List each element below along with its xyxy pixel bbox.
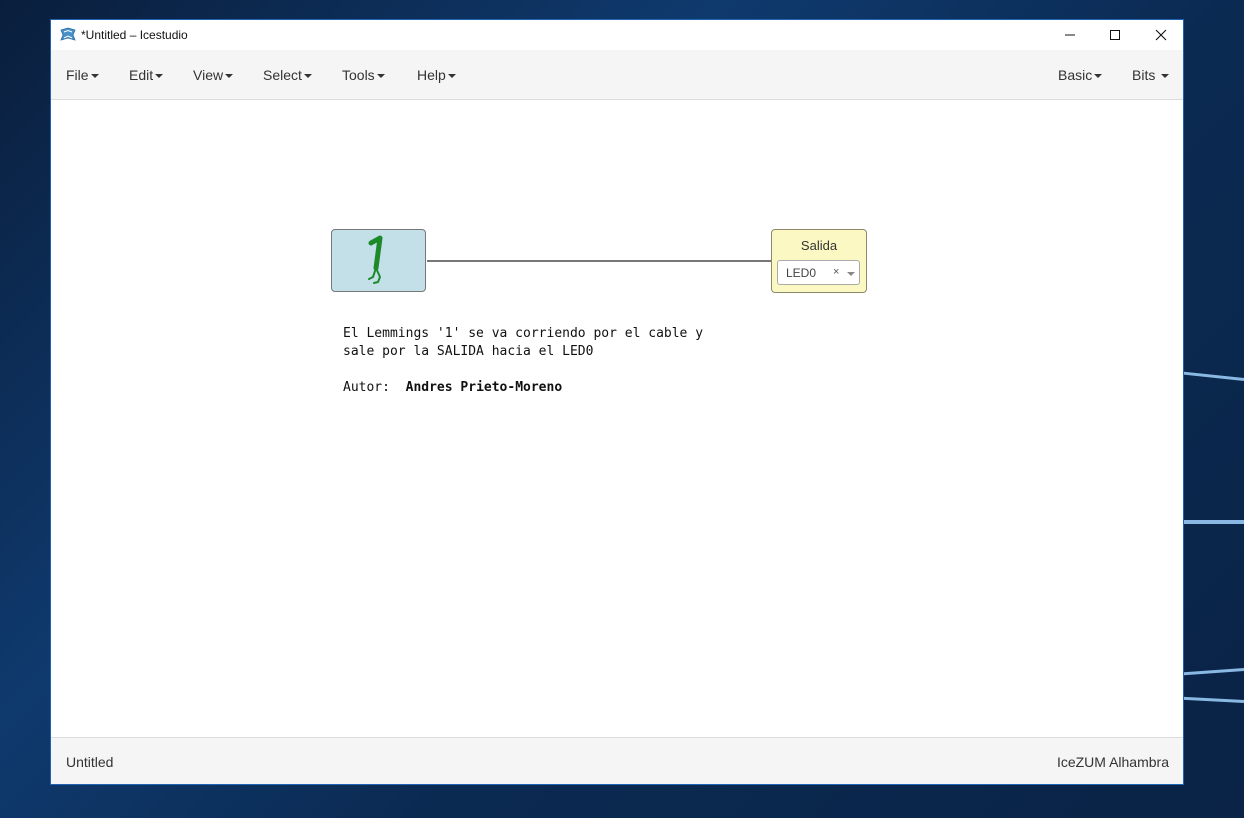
icestudio-logo-icon (60, 27, 76, 41)
menu-bits-label: Bits (1132, 67, 1156, 83)
menu-file[interactable]: File (66, 67, 99, 83)
chevron-down-icon[interactable] (847, 272, 855, 276)
menu-tools-label: Tools (342, 67, 375, 83)
lemming-one-icon (368, 235, 383, 284)
desktop-light-streak (1182, 668, 1244, 676)
project-name: Untitled (66, 754, 114, 770)
desktop-light-streak (1174, 370, 1244, 381)
note-blank-line (343, 361, 703, 379)
menu-edit[interactable]: Edit (129, 67, 164, 83)
note-author-label: Autor: (343, 380, 390, 395)
title-bar[interactable]: *Untitled – Icestudio (51, 20, 1183, 50)
caret-down-icon (155, 74, 164, 78)
desktop-light-streak (1182, 696, 1244, 703)
caret-down-icon (225, 74, 234, 78)
close-button[interactable] (1138, 20, 1184, 50)
minimize-button[interactable] (1047, 20, 1093, 50)
menu-help-label: Help (417, 67, 446, 83)
app-window: *Untitled – Icestudio File Edit View Sel… (50, 19, 1184, 785)
menu-view-label: View (193, 67, 224, 83)
menu-file-label: File (66, 67, 89, 83)
wire[interactable] (427, 260, 772, 262)
menu-select-label: Select (263, 67, 302, 83)
output-block-label: Salida (800, 238, 838, 253)
info-note[interactable]: El Lemmings '1' se va corriendo por el c… (343, 325, 703, 397)
caret-down-icon (303, 74, 312, 78)
close-icon (1155, 29, 1167, 41)
menu-bar: File Edit View Select Tools Help Basic B… (51, 50, 1183, 100)
note-author-line: Autor: Andres Prieto-Moreno (343, 379, 703, 397)
caret-down-icon (447, 74, 456, 78)
menu-bits[interactable]: Bits (1132, 67, 1170, 83)
maximize-button[interactable] (1092, 20, 1138, 50)
output-block[interactable]: Salida LED0 × (771, 229, 867, 293)
menu-edit-label: Edit (129, 67, 154, 83)
constant-block[interactable] (331, 229, 426, 292)
caret-down-icon (90, 74, 99, 78)
note-line-1: El Lemmings '1' se va corriendo por el c… (343, 326, 704, 341)
design-canvas[interactable]: Salida LED0 × El Lemmings '1' se va corr… (51, 100, 1183, 737)
note-line-2: sale por la SALIDA hacia el LED0 (343, 344, 594, 359)
menu-select[interactable]: Select (263, 67, 312, 83)
desktop-light-streak (1184, 520, 1244, 524)
menu-basic-label: Basic (1058, 67, 1093, 83)
note-author-name: Andres Prieto-Moreno (405, 380, 563, 395)
caret-down-icon (376, 74, 385, 78)
menu-help[interactable]: Help (417, 67, 456, 83)
minimize-icon (1065, 34, 1075, 36)
menu-basic[interactable]: Basic (1058, 67, 1103, 83)
menu-tools[interactable]: Tools (342, 67, 385, 83)
caret-down-icon (1094, 74, 1103, 78)
menu-view[interactable]: View (193, 67, 234, 83)
caret-down-icon (1161, 74, 1170, 78)
pin-select-value: LED0 (786, 266, 817, 280)
board-name[interactable]: IceZUM Alhambra (1057, 754, 1169, 770)
window-title: *Untitled – Icestudio (81, 28, 188, 42)
pin-select[interactable]: LED0 × (777, 260, 860, 285)
clear-icon[interactable]: × (833, 266, 839, 278)
status-bar: Untitled IceZUM Alhambra (51, 737, 1183, 784)
maximize-icon (1110, 30, 1120, 40)
